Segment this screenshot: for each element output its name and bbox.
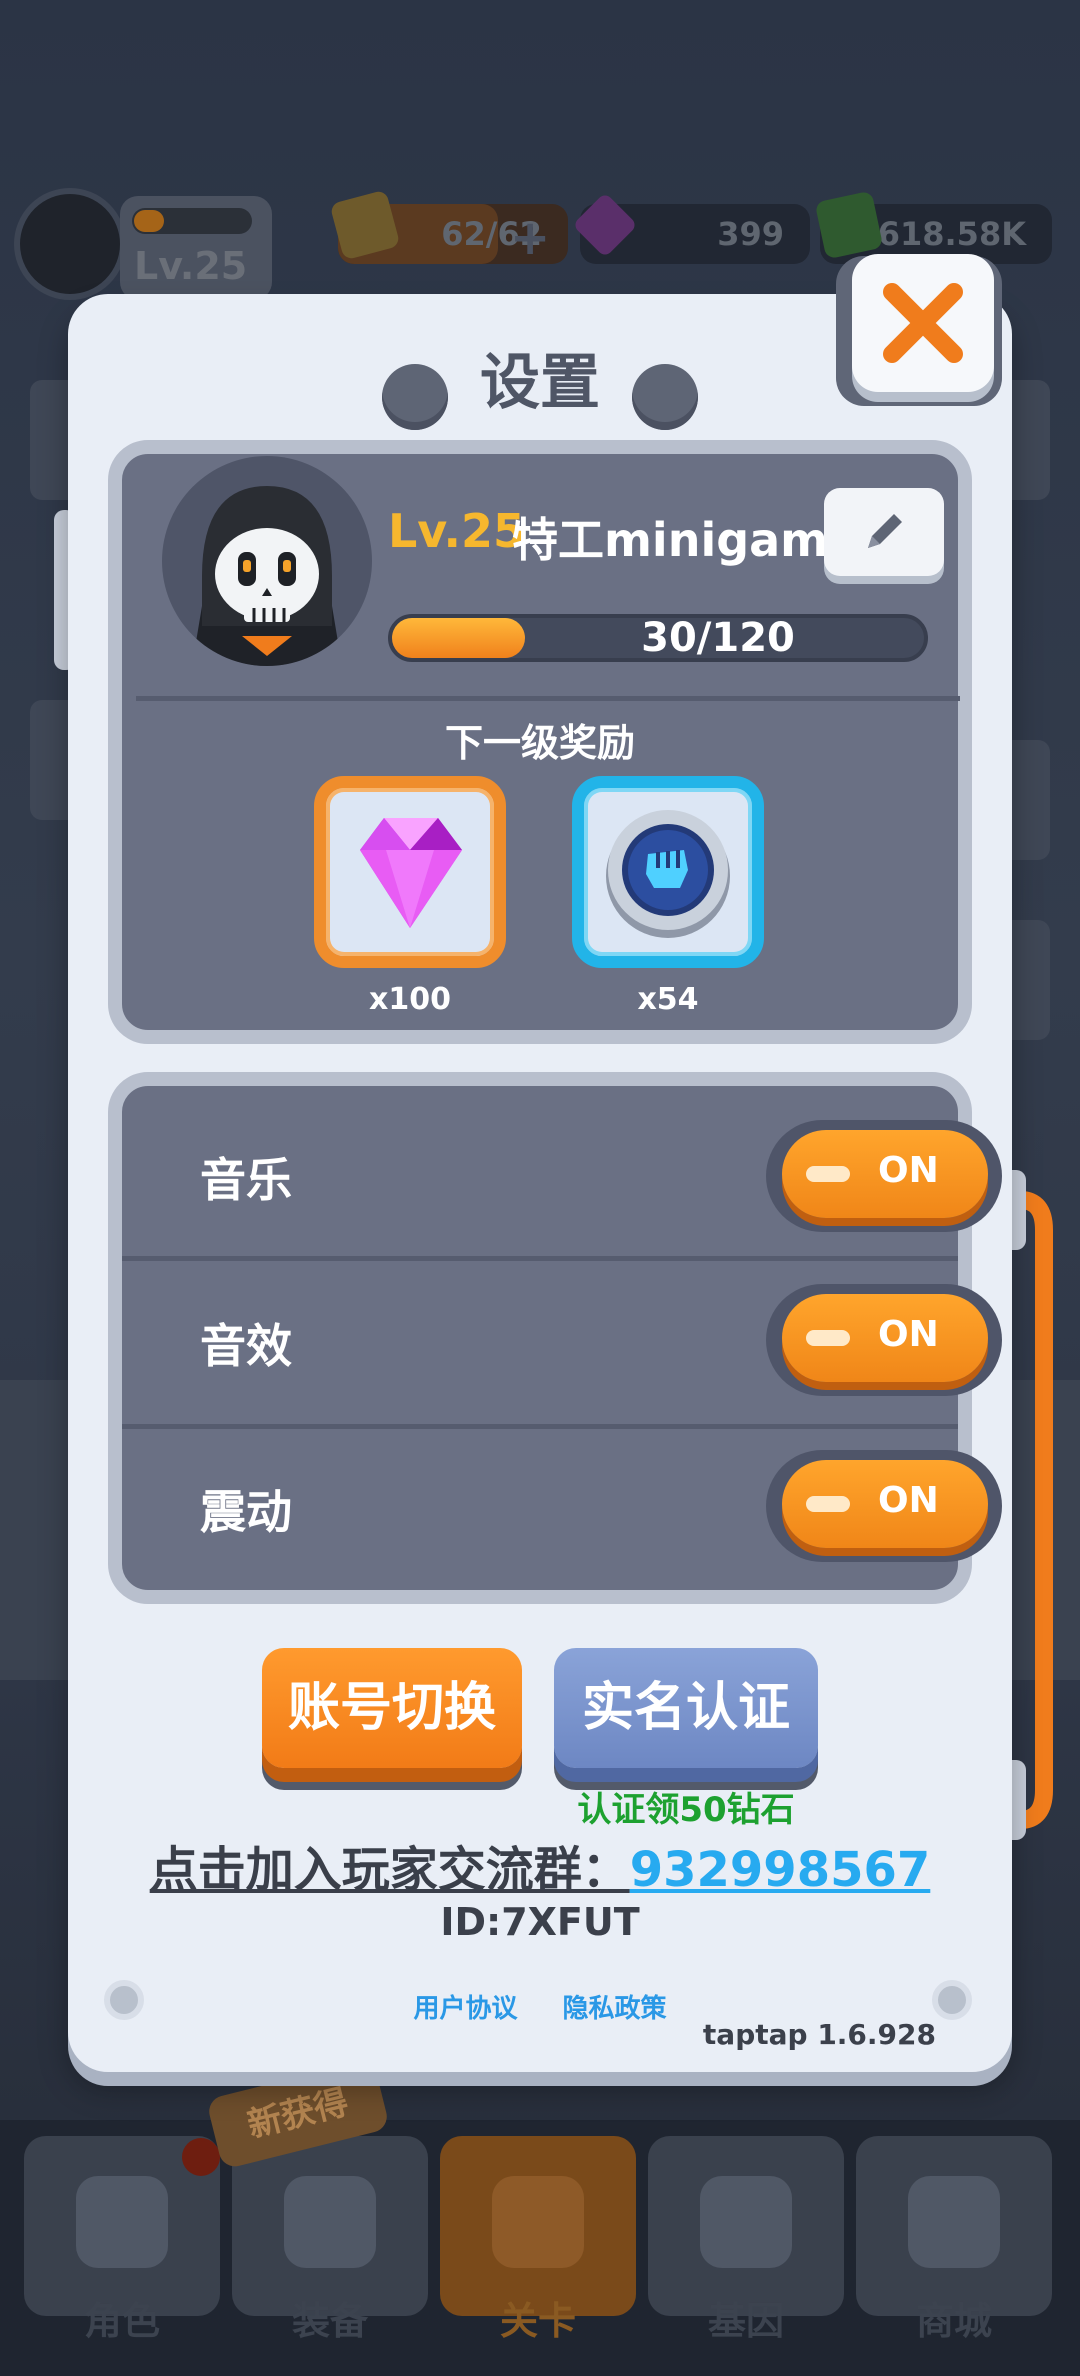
character-icon: [76, 2176, 168, 2268]
edit-name-button[interactable]: [824, 488, 944, 576]
gem-icon: [360, 818, 462, 928]
switch-account-button[interactable]: 账号切换: [262, 1648, 522, 1768]
reward-count-gems: x100: [369, 982, 451, 1017]
verify-reward-note: 认证领50钻石: [577, 1790, 795, 1830]
hud-avatar[interactable]: [14, 188, 126, 300]
setting-label-music: 音乐: [200, 1153, 292, 1207]
toggle-switch[interactable]: ON: [782, 1130, 988, 1218]
setting-label-sound: 音效: [200, 1319, 292, 1373]
nav-label-gene: 基因: [707, 2299, 784, 2343]
player-group-label: 点击加入玩家交流群：: [149, 1842, 630, 1898]
music-toggle[interactable]: ON: [766, 1120, 1002, 1232]
fist-coin-icon: [606, 810, 730, 938]
row-divider: [122, 1256, 958, 1261]
nav-item-gene[interactable]: [648, 2136, 844, 2316]
nav-label-stage: 关卡: [499, 2299, 576, 2343]
toggle-knob: [806, 1496, 850, 1512]
toggle-knob: [806, 1330, 850, 1346]
shop-icon: [908, 2176, 1000, 2268]
toggle-switch[interactable]: ON: [782, 1460, 988, 1548]
nav-label-equipment: 装备: [291, 2299, 368, 2343]
map-pin-icon: [492, 2176, 584, 2268]
vibration-toggle[interactable]: ON: [766, 1450, 1002, 1562]
toggle-switch[interactable]: ON: [782, 1294, 988, 1382]
nav-label-shop: 商城: [915, 2299, 992, 2343]
notification-dot: [182, 2138, 220, 2176]
player-id: ID:7XFUT: [440, 1900, 640, 1944]
equipment-icon: [284, 2176, 376, 2268]
title-decoration: [632, 364, 698, 430]
hud-level: Lv.25: [134, 244, 248, 288]
toggle-state: ON: [878, 1314, 939, 1355]
verify-identity-button[interactable]: 实名认证: [554, 1648, 818, 1768]
nav-label-character: 角色: [83, 2299, 160, 2343]
toggle-state: ON: [878, 1480, 939, 1521]
hud-cash-value: 618.58K: [877, 215, 1026, 253]
close-icon: [883, 283, 963, 363]
profile-level: Lv.25: [388, 504, 526, 558]
reward-count-coins: x54: [637, 982, 699, 1017]
nav-item-equipment[interactable]: [232, 2136, 428, 2316]
privacy-policy-link[interactable]: 隐私政策: [563, 1994, 667, 2024]
toggle-knob: [806, 1166, 850, 1182]
pencil-icon: [868, 514, 902, 548]
profile-name: 特工minigam: [512, 513, 829, 567]
cash-icon: [814, 190, 884, 260]
toggle-state: ON: [878, 1150, 939, 1191]
setting-row-sound: 音效 ON: [122, 1262, 1002, 1424]
setting-label-vibration: 震动: [200, 1485, 292, 1539]
sound-toggle[interactable]: ON: [766, 1284, 1002, 1396]
setting-row-music: 音乐 ON: [122, 1096, 1002, 1258]
version-text: taptap 1.6.928: [702, 2018, 936, 2051]
reward-card-gems[interactable]: [314, 776, 506, 968]
nav-item-stage[interactable]: [440, 2136, 636, 2316]
skull-agent-icon: [192, 486, 342, 666]
setting-row-vibration: 震动 ON: [122, 1428, 1002, 1590]
panel-divider: [136, 696, 960, 701]
player-group-link[interactable]: 点击加入玩家交流群：932998567: [0, 1830, 1080, 1900]
gene-icon: [700, 2176, 792, 2268]
next-reward-title: 下一级奖励: [444, 721, 635, 765]
hud-level-bar: [132, 208, 252, 234]
user-agreement-link[interactable]: 用户协议: [413, 1994, 517, 2024]
close-button[interactable]: [852, 254, 994, 392]
nav-item-shop[interactable]: [856, 2136, 1052, 2316]
player-avatar: [162, 456, 372, 666]
reward-card-coins[interactable]: [572, 776, 764, 968]
add-energy-icon[interactable]: +: [510, 210, 550, 266]
hud-gems-value: 399: [717, 215, 784, 253]
xp-progress-text: 30/120: [641, 615, 795, 661]
player-group-number[interactable]: 932998567: [630, 1842, 931, 1898]
